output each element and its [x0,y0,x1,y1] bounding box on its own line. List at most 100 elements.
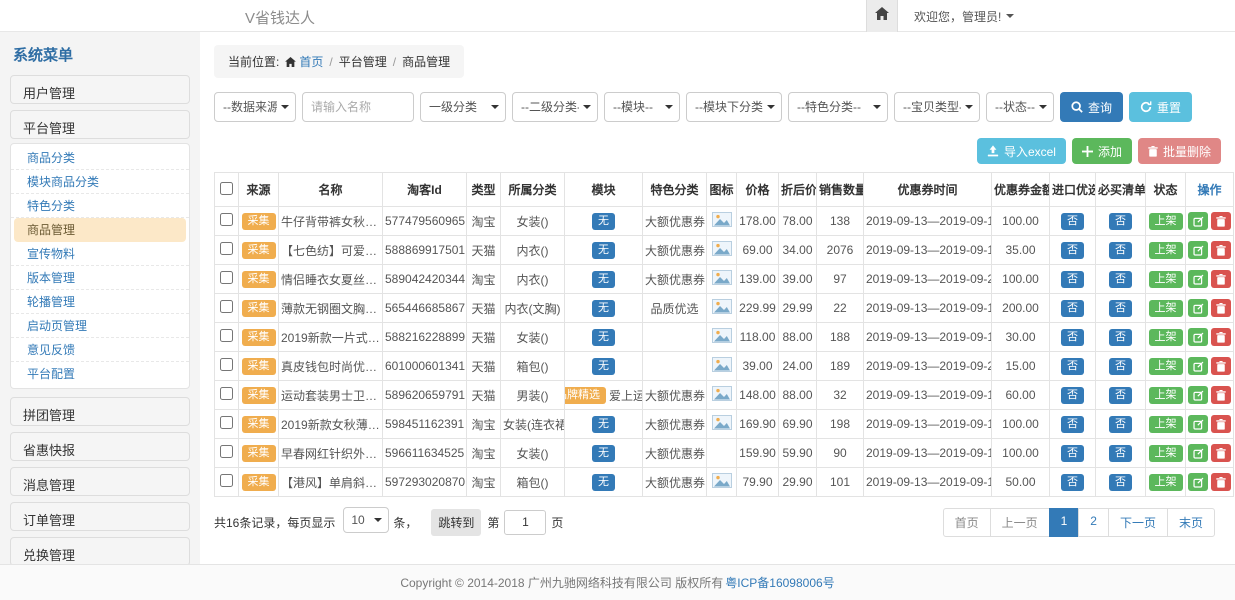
import-select-badge[interactable]: 否 [1061,300,1084,317]
pager-item[interactable]: 2 [1078,508,1109,537]
reset-button[interactable]: 重置 [1129,92,1192,122]
home-button[interactable] [866,0,898,32]
sidebar-group[interactable]: 平台管理 [10,110,190,139]
edit-button[interactable] [1188,473,1208,491]
sidebar-item[interactable]: 宣传物料 [11,242,189,266]
search-button[interactable]: 查询 [1060,92,1123,122]
delete-button[interactable] [1211,386,1231,404]
status-badge[interactable]: 上架 [1149,416,1183,433]
delete-button[interactable] [1211,328,1231,346]
row-checkbox[interactable] [220,300,233,313]
pager-item[interactable]: 上一页 [990,508,1050,537]
page-number-input[interactable] [504,510,546,535]
add-button[interactable]: 添加 [1072,138,1132,164]
import-select-badge[interactable]: 否 [1061,213,1084,230]
delete-button[interactable] [1211,270,1231,288]
delete-button[interactable] [1211,357,1231,375]
jump-button[interactable]: 跳转到 [431,509,481,536]
row-checkbox[interactable] [220,445,233,458]
edit-button[interactable] [1188,357,1208,375]
batch-delete-button[interactable]: 批量删除 [1138,138,1221,164]
status-badge[interactable]: 上架 [1149,474,1183,491]
sidebar-item[interactable]: 模块商品分类 [11,170,189,194]
sidebar-group[interactable]: 兑换管理 [10,537,190,564]
must-buy-badge[interactable]: 否 [1109,445,1132,462]
feature-category-select[interactable]: --特色分类-- [788,92,888,122]
sidebar-item[interactable]: 平台配置 [11,362,189,386]
delete-button[interactable] [1211,415,1231,433]
breadcrumb-home-link[interactable]: 首页 [285,53,323,70]
row-checkbox[interactable] [220,329,233,342]
status-badge[interactable]: 上架 [1149,300,1183,317]
must-buy-badge[interactable]: 否 [1109,329,1132,346]
search-name-input[interactable] [302,92,414,122]
row-checkbox[interactable] [220,271,233,284]
icp-link[interactable]: 粤ICP备16098006号 [725,574,834,591]
pager-item[interactable]: 下一页 [1108,508,1168,537]
edit-button[interactable] [1188,212,1208,230]
import-select-badge[interactable]: 否 [1061,271,1084,288]
row-checkbox[interactable] [220,358,233,371]
page-size-select[interactable]: 10 [343,507,389,537]
row-checkbox[interactable] [220,416,233,429]
status-select[interactable]: --状态-- [986,92,1054,122]
module-select[interactable]: --模块-- [604,92,680,122]
status-badge[interactable]: 上架 [1149,271,1183,288]
edit-button[interactable] [1188,328,1208,346]
edit-button[interactable] [1188,386,1208,404]
import-excel-button[interactable]: 导入excel [977,138,1066,164]
select-all-checkbox[interactable] [220,182,233,195]
module-sub-category-select[interactable]: --模块下分类-- [686,92,782,122]
row-checkbox[interactable] [220,474,233,487]
delete-button[interactable] [1211,473,1231,491]
import-select-badge[interactable]: 否 [1061,358,1084,375]
import-select-badge[interactable]: 否 [1061,387,1084,404]
delete-button[interactable] [1211,299,1231,317]
must-buy-badge[interactable]: 否 [1109,213,1132,230]
row-checkbox[interactable] [220,213,233,226]
row-checkbox[interactable] [220,387,233,400]
sidebar-item[interactable]: 版本管理 [11,266,189,290]
must-buy-badge[interactable]: 否 [1109,474,1132,491]
delete-button[interactable] [1211,212,1231,230]
level1-category-select[interactable]: 一级分类 [420,92,506,122]
sidebar-item[interactable]: 商品管理 [14,218,186,242]
item-type-select[interactable]: --宝贝类型-- [894,92,980,122]
user-menu[interactable]: 欢迎您，管理员! [914,8,1014,25]
edit-button[interactable] [1188,415,1208,433]
row-checkbox[interactable] [220,242,233,255]
must-buy-badge[interactable]: 否 [1109,358,1132,375]
status-badge[interactable]: 上架 [1149,445,1183,462]
must-buy-badge[interactable]: 否 [1109,271,1132,288]
sidebar-group[interactable]: 省惠快报 [10,432,190,461]
status-badge[interactable]: 上架 [1149,242,1183,259]
pager-item[interactable]: 1 [1049,508,1080,537]
delete-button[interactable] [1211,241,1231,259]
must-buy-badge[interactable]: 否 [1109,387,1132,404]
edit-button[interactable] [1188,270,1208,288]
sidebar-group[interactable]: 消息管理 [10,467,190,496]
sidebar-item[interactable]: 轮播管理 [11,290,189,314]
pager-item[interactable]: 首页 [943,508,991,537]
import-select-badge[interactable]: 否 [1061,474,1084,491]
delete-button[interactable] [1211,444,1231,462]
import-select-badge[interactable]: 否 [1061,416,1084,433]
must-buy-badge[interactable]: 否 [1109,242,1132,259]
import-select-badge[interactable]: 否 [1061,242,1084,259]
sidebar-item[interactable]: 商品分类 [11,146,189,170]
status-badge[interactable]: 上架 [1149,387,1183,404]
status-badge[interactable]: 上架 [1149,213,1183,230]
data-source-select[interactable]: --数据来源-- [214,92,296,122]
pager-item[interactable]: 末页 [1167,508,1215,537]
must-buy-badge[interactable]: 否 [1109,300,1132,317]
sidebar-item[interactable]: 特色分类 [11,194,189,218]
sidebar-item[interactable]: 意见反馈 [11,338,189,362]
sidebar-item[interactable]: 启动页管理 [11,314,189,338]
edit-button[interactable] [1188,444,1208,462]
must-buy-badge[interactable]: 否 [1109,416,1132,433]
edit-button[interactable] [1188,241,1208,259]
sidebar-group[interactable]: 订单管理 [10,502,190,531]
level2-category-select[interactable]: --二级分类-- [512,92,598,122]
sidebar-group[interactable]: 拼团管理 [10,397,190,426]
import-select-badge[interactable]: 否 [1061,329,1084,346]
